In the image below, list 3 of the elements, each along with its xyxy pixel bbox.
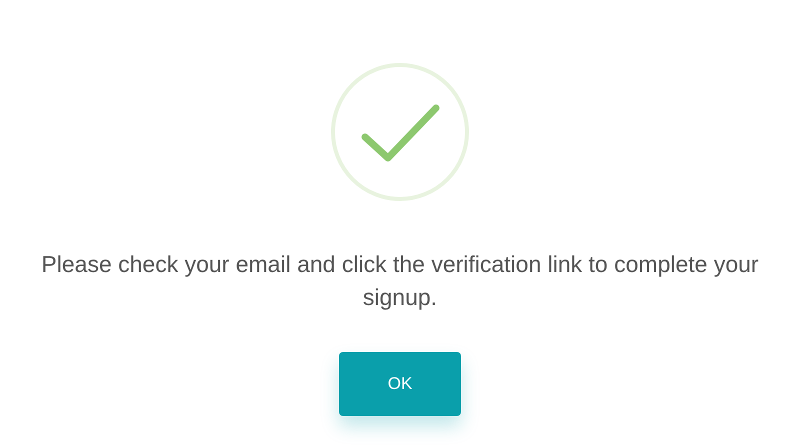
ok-button[interactable]: OK	[339, 352, 461, 416]
verification-message: Please check your email and click the verification link to complete your signup.	[40, 250, 760, 312]
checkmark-icon	[330, 62, 470, 202]
